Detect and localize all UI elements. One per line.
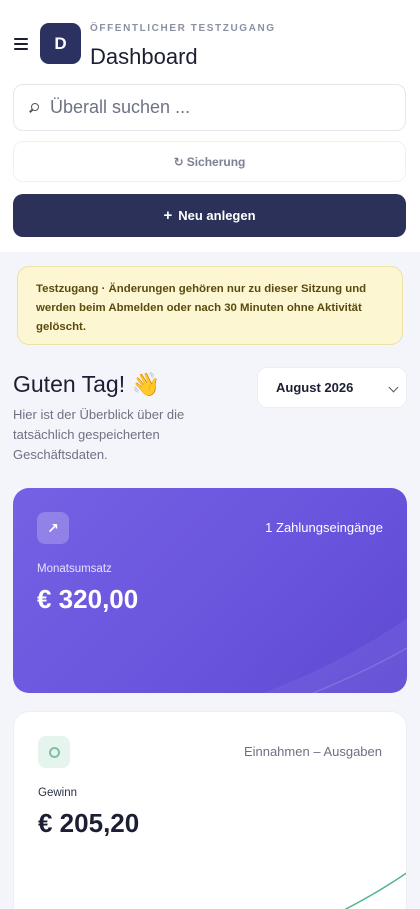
- organization-label: ÖFFENTLICHER TESTZUGANG: [90, 23, 276, 34]
- search-icon: [28, 102, 40, 114]
- backup-button[interactable]: ↻ Sicherung: [13, 141, 406, 182]
- payments-count: 1 Zahlungseingänge: [265, 520, 383, 535]
- trend-up-icon: ↗: [37, 512, 69, 544]
- revenue-amount: € 320,00: [37, 584, 139, 614]
- profit-card: Einnahmen – Ausgaben Gewinn € 205,20: [13, 711, 407, 909]
- greeting-heading: Guten Tag! 👋: [13, 371, 161, 397]
- page-title: Dashboard: [90, 44, 198, 69]
- revenue-card: ↗ 1 Zahlungseingänge Monatsumsatz € 320,…: [13, 488, 407, 693]
- profit-label: Gewinn: [38, 787, 77, 799]
- app-header: D ÖFFENTLICHER TESTZUGANG Dashboard ↻ Si…: [0, 0, 420, 252]
- plus-icon: +: [163, 207, 173, 224]
- profit-amount: € 205,20: [38, 808, 140, 838]
- profit-formula: Einnahmen – Ausgaben: [243, 744, 382, 759]
- new-entry-button[interactable]: + Neu anlegen: [13, 194, 406, 237]
- chevron-down-icon: [388, 382, 399, 393]
- profit-icon: [38, 736, 70, 768]
- new-entry-button-label: Neu anlegen: [178, 208, 256, 223]
- revenue-label: Monatsumsatz: [37, 563, 112, 575]
- search-input[interactable]: [50, 97, 370, 118]
- hamburger-menu-icon[interactable]: [14, 38, 28, 50]
- greeting-subtitle: Hier ist der Überblick über die tatsächl…: [13, 407, 185, 462]
- app-logo: D: [40, 23, 81, 64]
- month-select[interactable]: August 2026: [257, 367, 407, 408]
- month-select-value: August 2026: [276, 380, 354, 395]
- refresh-icon: ↻: [173, 154, 184, 169]
- test-access-notice: Testzugang · Änderungen gehören nur zu d…: [17, 266, 403, 345]
- backup-button-label: Sicherung: [186, 154, 246, 169]
- global-search[interactable]: [13, 84, 406, 131]
